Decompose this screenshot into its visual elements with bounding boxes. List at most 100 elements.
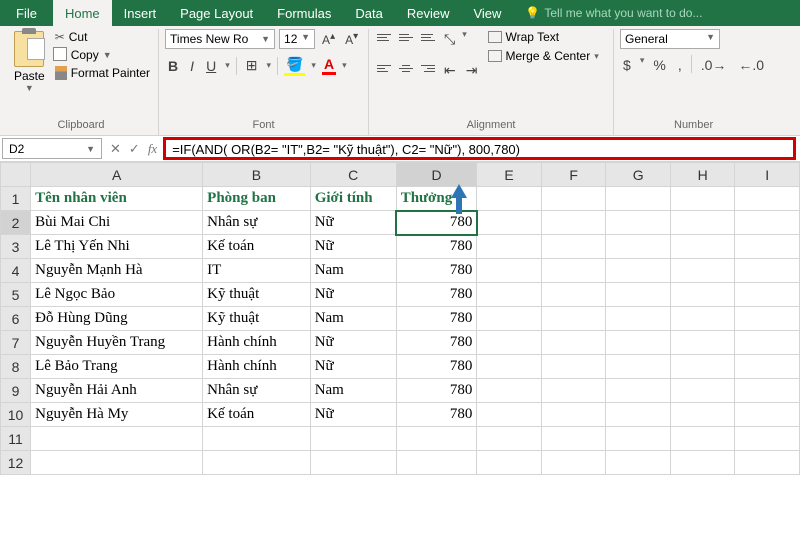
format-painter-button[interactable]: Format Painter: [53, 65, 152, 81]
cell-B2[interactable]: Nhân sự: [203, 211, 311, 235]
increase-font-button[interactable]: A▴: [319, 29, 338, 49]
cell-H11[interactable]: [670, 427, 735, 451]
select-all-corner[interactable]: [1, 163, 31, 187]
tell-me[interactable]: 💡Tell me what you want to do...: [513, 0, 714, 26]
cell-B3[interactable]: Kế toán: [203, 235, 311, 259]
cell-D7[interactable]: 780: [396, 331, 477, 355]
cell-D10[interactable]: 780: [396, 403, 477, 427]
cell-I9[interactable]: [735, 379, 800, 403]
borders-button[interactable]: ⊞: [243, 55, 261, 76]
paste-button[interactable]: Paste ▼: [10, 29, 49, 95]
align-right-button[interactable]: [419, 60, 437, 76]
cell-C9[interactable]: Nam: [310, 379, 396, 403]
cell-G7[interactable]: [606, 331, 671, 355]
cell-C11[interactable]: [310, 427, 396, 451]
cell-H2[interactable]: [670, 211, 735, 235]
cell-G6[interactable]: [606, 307, 671, 331]
font-name-select[interactable]: Times New Ro▼: [165, 29, 275, 49]
cell-I7[interactable]: [735, 331, 800, 355]
bold-button[interactable]: B: [165, 56, 181, 76]
cell-C12[interactable]: [310, 451, 396, 475]
cell-D11[interactable]: [396, 427, 477, 451]
cell-C1[interactable]: Giới tính: [310, 187, 396, 211]
cell-G10[interactable]: [606, 403, 671, 427]
cell-C10[interactable]: Nữ: [310, 403, 396, 427]
cell-B1[interactable]: Phòng ban: [203, 187, 311, 211]
cell-F5[interactable]: [541, 283, 606, 307]
fx-icon[interactable]: fx: [148, 141, 157, 157]
cell-A3[interactable]: Lê Thị Yến Nhi: [31, 235, 203, 259]
font-color-button[interactable]: A: [322, 56, 336, 75]
cell-E9[interactable]: [477, 379, 542, 403]
col-head-H[interactable]: H: [670, 163, 735, 187]
row-head-8[interactable]: 8: [1, 355, 31, 379]
cell-G3[interactable]: [606, 235, 671, 259]
tab-review[interactable]: Review: [395, 0, 462, 26]
cell-B6[interactable]: Kỹ thuật: [203, 307, 311, 331]
cell-A2[interactable]: Bùi Mai Chi: [31, 211, 203, 235]
cell-B7[interactable]: Hành chính: [203, 331, 311, 355]
cell-A9[interactable]: Nguyễn Hải Anh: [31, 379, 203, 403]
cell-F6[interactable]: [541, 307, 606, 331]
cell-B8[interactable]: Hành chính: [203, 355, 311, 379]
tab-home[interactable]: Home: [53, 0, 112, 26]
cell-I4[interactable]: [735, 259, 800, 283]
spreadsheet-grid[interactable]: ABCDEFGHI1Tên nhân viênPhòng banGiới tín…: [0, 162, 800, 475]
row-head-3[interactable]: 3: [1, 235, 31, 259]
cell-A10[interactable]: Nguyễn Hà My: [31, 403, 203, 427]
cell-B10[interactable]: Kế toán: [203, 403, 311, 427]
cell-D12[interactable]: [396, 451, 477, 475]
cell-A12[interactable]: [31, 451, 203, 475]
col-head-B[interactable]: B: [203, 163, 311, 187]
cell-I12[interactable]: [735, 451, 800, 475]
cell-C7[interactable]: Nữ: [310, 331, 396, 355]
cell-D9[interactable]: 780: [396, 379, 477, 403]
cell-E7[interactable]: [477, 331, 542, 355]
cell-G8[interactable]: [606, 355, 671, 379]
cell-F1[interactable]: [541, 187, 606, 211]
cell-H3[interactable]: [670, 235, 735, 259]
cell-H12[interactable]: [670, 451, 735, 475]
row-head-2[interactable]: 2: [1, 211, 31, 235]
cell-D6[interactable]: 780: [396, 307, 477, 331]
cell-D5[interactable]: 780: [396, 283, 477, 307]
cell-F10[interactable]: [541, 403, 606, 427]
cell-F9[interactable]: [541, 379, 606, 403]
col-head-D[interactable]: D: [396, 163, 477, 187]
cell-D8[interactable]: 780: [396, 355, 477, 379]
comma-button[interactable]: ,: [675, 55, 685, 75]
cell-E11[interactable]: [477, 427, 542, 451]
cell-B12[interactable]: [203, 451, 311, 475]
cell-I5[interactable]: [735, 283, 800, 307]
cell-I3[interactable]: [735, 235, 800, 259]
cell-E10[interactable]: [477, 403, 542, 427]
cell-F12[interactable]: [541, 451, 606, 475]
col-head-C[interactable]: C: [310, 163, 396, 187]
col-head-E[interactable]: E: [477, 163, 542, 187]
cell-F11[interactable]: [541, 427, 606, 451]
tab-page-layout[interactable]: Page Layout: [168, 0, 265, 26]
wrap-text-button[interactable]: Wrap Text: [485, 29, 602, 45]
accounting-format-button[interactable]: $: [620, 55, 634, 75]
cell-G9[interactable]: [606, 379, 671, 403]
italic-button[interactable]: I: [187, 56, 197, 76]
cell-A11[interactable]: [31, 427, 203, 451]
name-box[interactable]: D2▼: [2, 138, 102, 159]
cut-button[interactable]: ✂Cut: [53, 29, 152, 45]
cell-I8[interactable]: [735, 355, 800, 379]
row-head-1[interactable]: 1: [1, 187, 31, 211]
cell-F4[interactable]: [541, 259, 606, 283]
cell-G12[interactable]: [606, 451, 671, 475]
cell-C5[interactable]: Nữ: [310, 283, 396, 307]
cell-F7[interactable]: [541, 331, 606, 355]
align-center-button[interactable]: [397, 60, 415, 76]
cancel-formula-icon[interactable]: ✕: [110, 141, 121, 157]
underline-button[interactable]: U: [203, 56, 219, 76]
cell-G1[interactable]: [606, 187, 671, 211]
cell-E1[interactable]: [477, 187, 542, 211]
decrease-font-button[interactable]: A▾: [342, 29, 361, 49]
cell-A4[interactable]: Nguyễn Mạnh Hà: [31, 259, 203, 283]
cell-E2[interactable]: [477, 211, 542, 235]
cell-I11[interactable]: [735, 427, 800, 451]
percent-button[interactable]: %: [650, 55, 668, 75]
